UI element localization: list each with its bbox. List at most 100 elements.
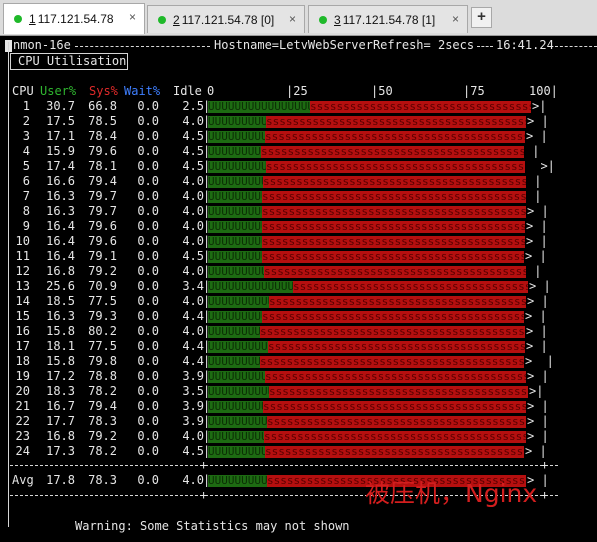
wait-pct: 0.0: [137, 279, 159, 293]
wait-pct: 0.0: [137, 369, 159, 383]
user-pct: 16.6: [46, 174, 75, 188]
idle-pct: 3.9: [182, 399, 204, 413]
wait-pct: 0.0: [137, 129, 159, 143]
tab-session-2[interactable]: 2 117.121.54.78 [0] ×: [147, 5, 305, 33]
user-pct: 16.8: [46, 429, 75, 443]
user-segment: UUUUUUUUUUUUUUUUUUUUUUUUUUUUUUUUUUUUUUUU…: [208, 311, 262, 323]
tab-strip: 1 117.121.54.78 × 2 117.121.54.78 [0] × …: [0, 0, 597, 36]
idle-pct: 3.9: [182, 369, 204, 383]
nmon-version: nmon-16e: [13, 38, 71, 52]
wait-pct: 0.0: [137, 264, 159, 278]
sys-pct: 80.2: [88, 324, 117, 338]
sep-plus: +: [541, 458, 549, 472]
wait-pct: 0.0: [137, 189, 159, 203]
sys-segment: ssssssssssssssssssssssssssssssssssssssss…: [293, 281, 528, 293]
sys-pct: 78.4: [88, 129, 117, 143]
idle-pct: 4.0: [182, 114, 204, 128]
idle-pct: 4.0: [182, 204, 204, 218]
sys-segment: ssssssssssssssssssssssssssssssssssssssss…: [265, 131, 525, 143]
sys-segment: ssssssssssssssssssssssssssssssssssssssss…: [263, 401, 526, 413]
terminal-window[interactable]: nmon-16e Hostname=LetvWebServerRefresh= …: [0, 37, 597, 542]
overlay-caption: 被压机，Nginx: [365, 479, 538, 508]
sys-segment: ssssssssssssssssssssssssssssssssssssssss…: [267, 416, 526, 428]
cpu-id: 15: [15, 309, 30, 323]
user-pct: 17.8: [46, 473, 75, 487]
sys-pct: 78.3: [88, 473, 117, 487]
sys-pct: 79.3: [88, 309, 117, 323]
bar-end-marker: > |: [526, 324, 548, 338]
sys-segment: ssssssssssssssssssssssssssssssssssssssss…: [264, 266, 526, 278]
user-segment: UUUUUUUUUUUUUUUUUUUUUUUUUUUUUUUUUUUUUUUU…: [208, 146, 261, 158]
wait-pct: 0.0: [137, 234, 159, 248]
user-pct: 17.1: [46, 129, 75, 143]
sys-segment: ssssssssssssssssssssssssssssssssssssssss…: [310, 101, 531, 113]
wait-pct: 0.0: [137, 204, 159, 218]
col-idle: Idle: [173, 84, 202, 98]
user-pct: 16.4: [46, 249, 75, 263]
idle-pct: 4.0: [182, 473, 204, 487]
bar-end-marker: > |: [527, 204, 549, 218]
tab-close-icon[interactable]: ×: [289, 12, 296, 26]
user-pct: 16.3: [46, 204, 75, 218]
wait-pct: 0.0: [137, 444, 159, 458]
user-pct: 15.8: [46, 324, 75, 338]
user-segment: UUUUUUUUUUUUUUUUUUUUUUUUUUUUUUUUUUUUUUUU…: [208, 296, 269, 308]
cpu-id: 21: [15, 399, 30, 413]
wait-pct: 0.0: [137, 249, 159, 263]
user-pct: 25.6: [46, 279, 75, 293]
sys-pct: 79.4: [88, 174, 117, 188]
user-segment: UUUUUUUUUUUUUUUUUUUUUUUUUUUUUUUUUUUUUUUU…: [208, 116, 266, 128]
sys-pct: 78.1: [88, 159, 117, 173]
user-segment: UUUUUUUUUUUUUUUUUUUUUUUUUUUUUUUUUUUUUUUU…: [208, 281, 293, 293]
cpu-id: 19: [15, 369, 30, 383]
user-pct: 15.8: [46, 354, 75, 368]
idle-pct: 4.5: [182, 159, 204, 173]
tab-session-1[interactable]: 1 117.121.54.78 ×: [3, 3, 145, 34]
cpu-id: 17: [15, 339, 30, 353]
tab-session-3[interactable]: 3 117.121.54.78 [1] ×: [308, 5, 468, 33]
sys-segment: ssssssssssssssssssssssssssssssssssssssss…: [262, 311, 524, 323]
bar-end-marker: > |: [525, 444, 547, 458]
user-segment: UUUUUUUUUUUUUUUUUUUUUUUUUUUUUUUUUUUUUUUU…: [208, 176, 263, 188]
warning-text: Warning: Some Statistics may not shown: [75, 519, 350, 533]
scale-100: 100|: [529, 84, 558, 98]
tab-close-icon[interactable]: ×: [129, 10, 136, 24]
cpu-id: 7: [22, 189, 30, 203]
sys-segment: ssssssssssssssssssssssssssssssssssssssss…: [265, 446, 524, 458]
bar-end-marker: |: [527, 264, 542, 278]
connected-status-icon: [14, 15, 22, 23]
idle-pct: 4.0: [182, 429, 204, 443]
idle-pct: 3.5: [182, 384, 204, 398]
cpu-id: 4: [22, 144, 30, 158]
bar-end-marker: >|: [532, 99, 547, 113]
cpu-id: Avg: [12, 473, 34, 487]
sys-segment: ssssssssssssssssssssssssssssssssssssssss…: [262, 251, 524, 263]
idle-pct: 4.0: [182, 219, 204, 233]
bar-end-marker: > |: [525, 354, 554, 368]
sys-pct: 78.2: [88, 384, 117, 398]
cpu-id: 8: [22, 204, 30, 218]
connected-status-icon: [319, 15, 327, 24]
sys-pct: 79.7: [88, 189, 117, 203]
sys-pct: 79.6: [88, 219, 117, 233]
wait-pct: 0.0: [137, 174, 159, 188]
user-segment: UUUUUUUUUUUUUUUUUUUUUUUUUUUUUUUUUUUUUUUU…: [208, 431, 264, 443]
idle-pct: 4.0: [182, 189, 204, 203]
user-segment: UUUUUUUUUUUUUUUUUUUUUUUUUUUUUUUUUUUUUUUU…: [208, 371, 265, 383]
cpu-id: 16: [15, 324, 30, 338]
cpu-id: 24: [15, 444, 30, 458]
new-tab-button[interactable]: +: [471, 7, 492, 28]
clock: 16:41.24: [496, 38, 554, 52]
sys-pct: 77.5: [88, 339, 117, 353]
sys-pct: 79.4: [88, 399, 117, 413]
wait-pct: 0.0: [137, 399, 159, 413]
header-rule: [477, 46, 493, 47]
tab-close-icon[interactable]: ×: [452, 12, 459, 26]
cpu-id: 1: [22, 99, 30, 113]
sys-pct: 79.6: [88, 144, 117, 158]
scale-25: |25: [286, 84, 308, 98]
idle-pct: 4.5: [182, 129, 204, 143]
bar-end-marker: > |: [527, 414, 549, 428]
user-pct: 16.4: [46, 219, 75, 233]
wait-pct: 0.0: [137, 354, 159, 368]
